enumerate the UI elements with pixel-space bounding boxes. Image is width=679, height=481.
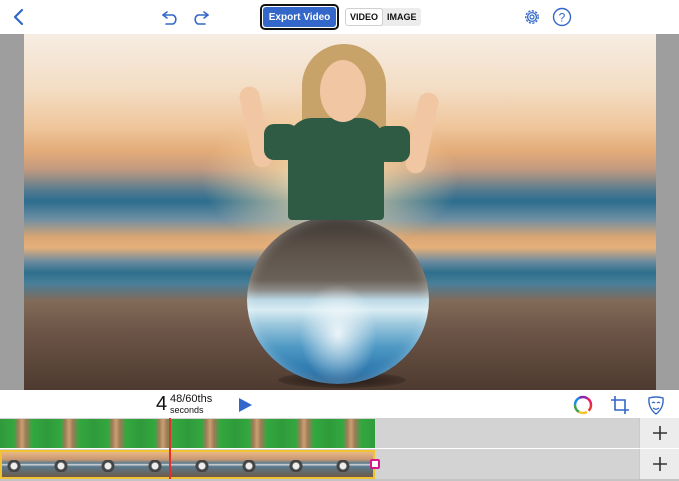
mode-switch: VIDEO IMAGE xyxy=(345,8,421,26)
add-clip-button-track-2[interactable] xyxy=(639,449,679,479)
help-icon: ? xyxy=(552,7,572,27)
composition-preview[interactable] xyxy=(24,34,656,390)
clip-thumbnails xyxy=(2,460,373,472)
export-video-label: Export Video xyxy=(263,7,336,27)
time-seconds: 4 xyxy=(156,393,168,415)
mode-video-tab[interactable]: VIDEO xyxy=(345,8,384,26)
play-icon xyxy=(239,398,252,412)
export-video-button[interactable]: Export Video xyxy=(260,4,339,30)
mode-image-tab[interactable]: IMAGE xyxy=(383,8,421,26)
redo-icon xyxy=(194,11,209,25)
undo-icon xyxy=(162,11,177,25)
chevron-left-icon xyxy=(13,8,24,26)
back-button[interactable] xyxy=(8,6,28,28)
plus-icon xyxy=(652,457,667,471)
girl-shirt xyxy=(288,118,384,220)
girl-face xyxy=(320,60,366,122)
plus-icon xyxy=(652,426,667,440)
green-screen-track xyxy=(0,418,639,448)
play-button[interactable] xyxy=(236,396,254,414)
mask-icon xyxy=(648,396,664,415)
background-clip[interactable] xyxy=(0,450,375,479)
mask-button[interactable] xyxy=(645,394,667,416)
top-toolbar: Export Video VIDEO IMAGE ? xyxy=(0,0,679,34)
background-track xyxy=(0,449,639,479)
girl-sleeve-right xyxy=(376,126,410,162)
crop-icon xyxy=(611,396,629,414)
trim-handle[interactable] xyxy=(370,459,380,469)
transport-bar: 4 48/60ths seconds xyxy=(0,390,679,418)
time-fraction: 48/60ths xyxy=(170,393,213,405)
add-clip-button-track-1[interactable] xyxy=(639,418,679,448)
undo-button[interactable] xyxy=(160,6,182,28)
color-adjust-button[interactable] xyxy=(572,394,594,416)
help-glyph: ? xyxy=(559,11,566,25)
canvas-area xyxy=(0,34,679,390)
color-wheel-icon xyxy=(573,395,593,415)
redo-button[interactable] xyxy=(189,6,211,28)
crop-button[interactable] xyxy=(609,394,631,416)
gear-icon xyxy=(525,10,539,24)
girl-sleeve-left xyxy=(264,124,298,160)
playhead[interactable] xyxy=(169,418,171,481)
settings-button[interactable] xyxy=(521,6,543,28)
help-button[interactable]: ? xyxy=(551,6,573,28)
green-screen-clip[interactable] xyxy=(0,419,375,448)
crystal-ball xyxy=(247,216,429,384)
video-editor: Export Video VIDEO IMAGE ? 4 48/60ths se… xyxy=(0,0,679,481)
time-unit: seconds xyxy=(170,405,204,415)
